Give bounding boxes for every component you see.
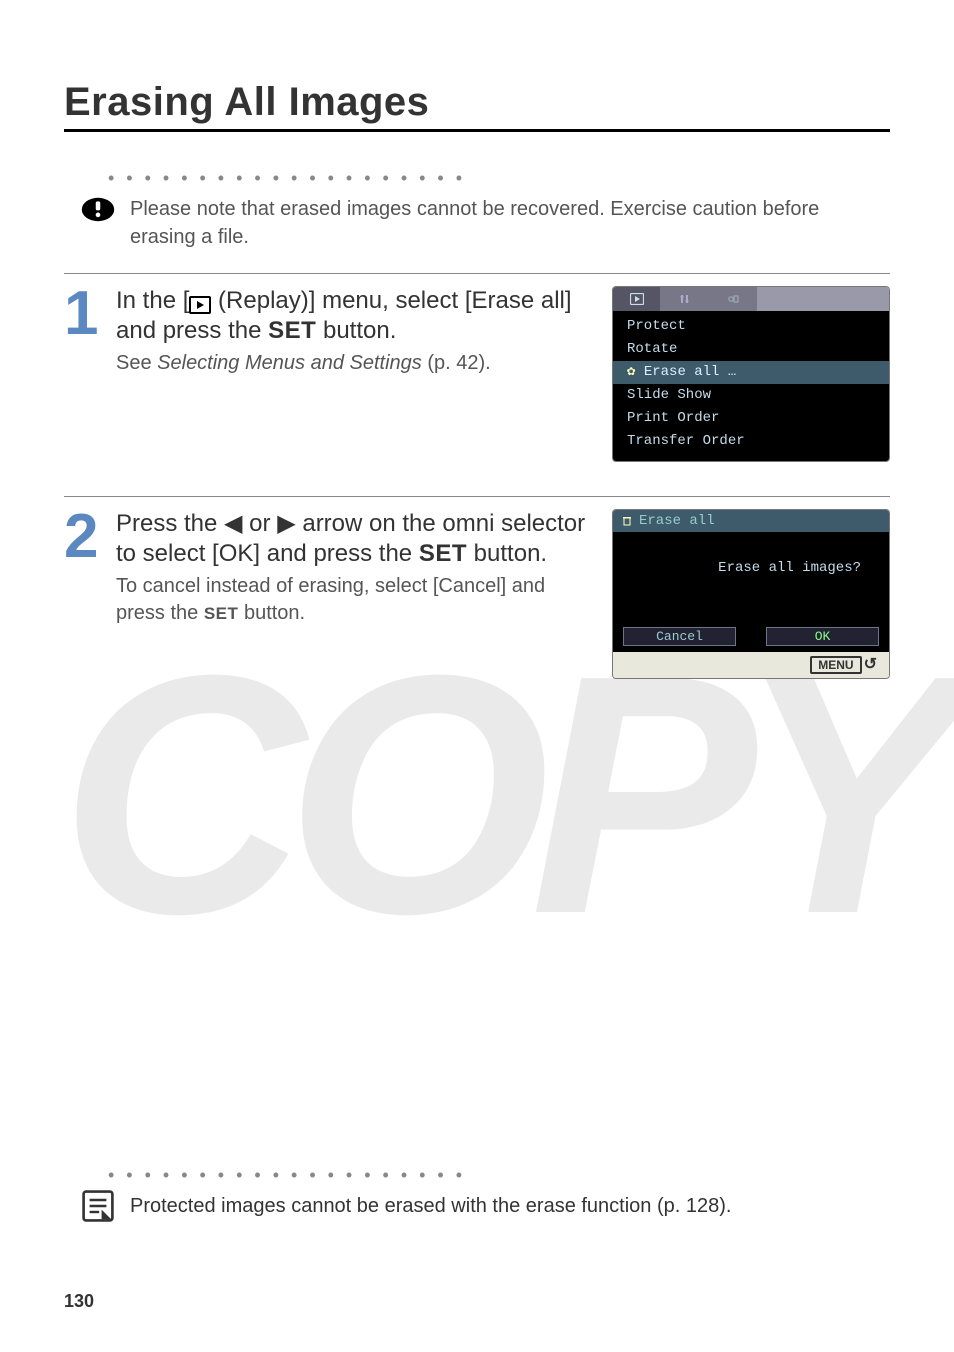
step2-text-a: Press the: [116, 510, 224, 537]
lcd2-header: Erase all: [613, 510, 889, 532]
lcd-tab-replay: [613, 287, 661, 311]
lcd2-ok-button: OK: [766, 627, 879, 646]
lcd-tab-setup: [661, 287, 709, 311]
dotted-separator-bottom: ••••••••••••••••••••: [108, 1165, 890, 1186]
lcd2-cancel-button: Cancel: [623, 627, 736, 646]
step-1-number: 1: [64, 286, 108, 462]
trash-icon-2: [621, 515, 633, 527]
step-2: 2 Press the ◀ or ▶ arrow on the omni sel…: [64, 509, 890, 679]
step1-text-c: button.: [316, 317, 396, 344]
title-underline: [64, 129, 890, 132]
trash-icon-small: ✿: [627, 364, 635, 380]
lcd2-title: Erase all: [639, 513, 715, 529]
lcd1-item-3: Slide Show: [613, 384, 889, 407]
page-title: Erasing All Images: [64, 80, 890, 125]
step-2-number: 2: [64, 509, 108, 679]
lcd1-item-4: Print Order: [613, 407, 889, 430]
warning-note: Please note that erased images cannot be…: [64, 195, 890, 251]
step2-or: or: [243, 510, 278, 537]
footer-text: Protected images cannot be erased with t…: [130, 1192, 731, 1220]
step1-sub-b: (p. 42).: [422, 352, 491, 374]
step1-text-a: In the [: [116, 287, 189, 314]
menu-label: MENU: [810, 656, 861, 674]
memo-icon: [80, 1192, 116, 1220]
lcd2-body: Erase all images? Cancel OK: [613, 532, 889, 652]
lcd1-item-2-text: Erase all …: [644, 364, 736, 380]
exclamation-icon: [80, 195, 116, 223]
lcd1-item-2: ✿ Erase all …: [613, 361, 889, 384]
lcd1-tabs: [613, 287, 889, 311]
return-icon: ↺: [862, 654, 883, 674]
step1-sub-a: See: [116, 352, 157, 374]
page-number: 130: [64, 1291, 94, 1312]
replay-icon: [189, 296, 211, 314]
lcd2-question: Erase all images?: [718, 560, 861, 576]
dotted-separator-top: ••••••••••••••••••••: [108, 168, 890, 189]
lcd1-item-5: Transfer Order: [613, 430, 889, 453]
step-1-heading: In the [ (Replay)] menu, select [Erase a…: [116, 286, 596, 346]
step2-text-c: button.: [467, 540, 547, 567]
lcd1-body: Protect Rotate ✿ Erase all … Slide Show …: [613, 311, 889, 461]
arrow-left-icon: ◀: [224, 510, 242, 537]
lcd-tab-mycamera: [709, 287, 757, 311]
lcd2-menu-hint: MENU↺: [613, 652, 889, 678]
set-label-3: SET: [204, 604, 239, 623]
step-1: 1 In the [ (Replay)] menu, select [Erase…: [64, 286, 890, 462]
warning-text: Please note that erased images cannot be…: [130, 195, 890, 251]
arrow-right-icon: ▶: [277, 510, 295, 537]
step2-sub-b: button.: [238, 602, 305, 624]
lcd-screenshot-2: Erase all Erase all images? Cancel OK ME…: [612, 509, 890, 679]
step-2-heading: Press the ◀ or ▶ arrow on the omni selec…: [116, 509, 596, 569]
step1-sub-italic: Selecting Menus and Settings: [157, 352, 422, 374]
lcd-screenshot-1: Protect Rotate ✿ Erase all … Slide Show …: [612, 286, 890, 462]
step-2-sub: To cancel instead of erasing, select [Ca…: [116, 573, 596, 627]
set-label-1: SET: [268, 317, 316, 344]
set-label-2: SET: [419, 540, 467, 567]
rule-2: [64, 496, 890, 497]
lcd1-item-0: Protect: [613, 315, 889, 338]
lcd1-item-1: Rotate: [613, 338, 889, 361]
step-1-sub: See Selecting Menus and Settings (p. 42)…: [116, 350, 596, 377]
footer-note: •••••••••••••••••••• Protected images ca…: [64, 1165, 890, 1242]
rule-1: [64, 273, 890, 274]
lcd2-button-row: Cancel OK: [613, 627, 889, 646]
step2-sub-a: To cancel instead of erasing, select [Ca…: [116, 575, 545, 624]
